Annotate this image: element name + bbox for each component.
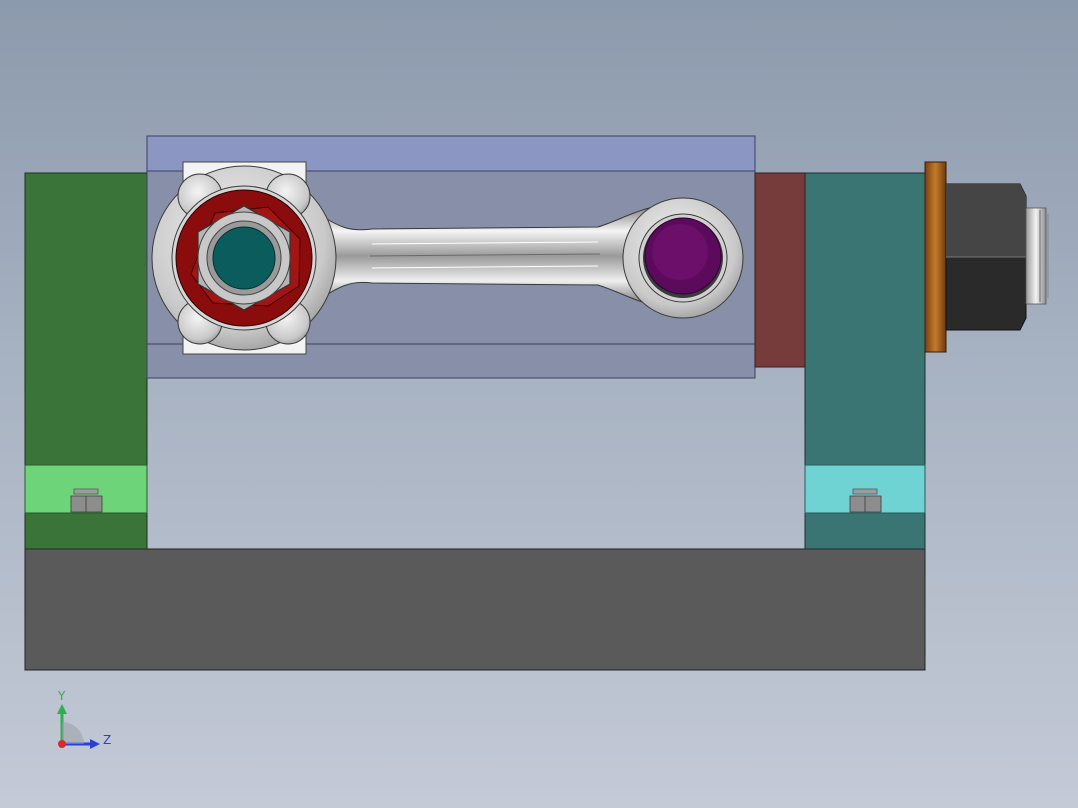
orientation-triad[interactable]: Y Z [57,689,111,749]
left-support-nut[interactable] [70,488,103,513]
triad-plane-icon [62,722,84,744]
clamp-nut-assembly[interactable] [924,161,1049,353]
clamp-bolt-tip [1025,207,1047,305]
big-end-pin[interactable] [212,226,276,290]
right-support-block[interactable] [804,172,926,550]
left-support-block[interactable] [24,172,148,550]
triad-y-label: Y [57,689,66,703]
clamp-washer[interactable] [924,161,947,353]
triad-z-label: Z [103,733,111,747]
base-plate[interactable] [24,548,926,671]
right-support-nut[interactable] [849,488,882,513]
cad-viewport[interactable]: Y Z [0,0,1078,808]
spacer-plate[interactable] [754,172,806,368]
triad-z-arrow-icon [90,739,100,749]
cad-model-scene[interactable]: Y Z [0,0,1078,808]
triad-y-arrow-icon [57,704,67,714]
triad-x-axis-dot [58,740,66,748]
